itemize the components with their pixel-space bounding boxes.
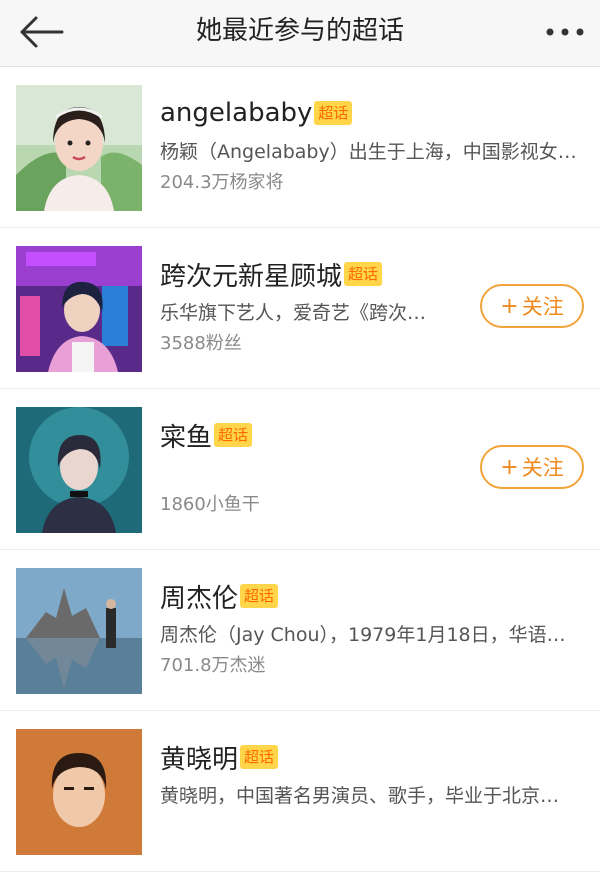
list-item[interactable]: 跨次元新星顾城 超话 乐华旗下艺人，爱奇艺《跨次… 3588粉丝 + 关注 xyxy=(0,228,600,389)
page-title: 她最近参与的超话 xyxy=(195,16,404,46)
topic-info: 黄晓明 超话 黄晓明，中国著名男演员、歌手，毕业于北京… xyxy=(160,739,580,839)
fan-count: 701.8万杰迷 xyxy=(160,655,266,676)
fan-count: 204.3万杨家将 xyxy=(160,172,284,193)
fan-count xyxy=(160,815,580,839)
list-item[interactable]: 周杰伦 超话 周杰伦（Jay Chou），1979年1月18日，华语… 701.… xyxy=(0,550,600,711)
fan-count: 3588粉丝 xyxy=(160,333,242,354)
castle-landscape-image xyxy=(16,568,142,694)
name-row: 周杰伦 超话 xyxy=(160,578,580,614)
plus-icon: + xyxy=(500,293,519,319)
topic-thumbnail xyxy=(16,729,142,855)
more-button[interactable] xyxy=(542,18,588,46)
topic-description: 乐华旗下艺人，爱奇艺《跨次… xyxy=(160,302,427,324)
anime-character-image xyxy=(16,407,142,533)
topic-thumbnail xyxy=(16,246,142,372)
super-topic-badge: 超话 xyxy=(314,101,353,125)
anime-character-image xyxy=(16,246,142,372)
topic-thumbnail xyxy=(16,568,142,694)
more-dots-icon xyxy=(546,28,584,36)
topic-description xyxy=(160,461,435,487)
topic-description: 周杰伦（Jay Chou），1979年1月18日，华语… xyxy=(160,624,566,646)
super-topic-badge: 超话 xyxy=(344,262,383,286)
person-portrait-image xyxy=(16,729,142,855)
plus-icon: + xyxy=(500,454,519,480)
follow-button[interactable]: + 关注 xyxy=(480,284,584,328)
list-item[interactable]: 寀鱼 超话 1860小鱼干 + 关注 xyxy=(0,389,600,550)
topic-info: angelababy 超话 杨颖（Angelababy）出生于上海，中国影视女…… xyxy=(160,95,580,195)
topic-name: 跨次元新星顾城 xyxy=(160,261,343,292)
follow-label: 关注 xyxy=(521,295,564,319)
super-topic-badge: 超话 xyxy=(214,423,253,447)
topic-name: 黄晓明 xyxy=(160,744,239,775)
super-topic-badge: 超话 xyxy=(240,745,279,769)
follow-label: 关注 xyxy=(521,456,564,480)
super-topic-badge: 超话 xyxy=(240,584,279,608)
topic-list: angelababy 超话 杨颖（Angelababy）出生于上海，中国影视女…… xyxy=(0,67,600,872)
name-row: angelababy 超话 xyxy=(160,95,580,131)
topic-name: 寀鱼 xyxy=(160,422,213,453)
topic-name: angelababy xyxy=(160,98,313,128)
fan-count: 1860小鱼干 xyxy=(160,494,260,515)
topic-description: 黄晓明，中国著名男演员、歌手，毕业于北京… xyxy=(160,785,560,807)
topic-info: 周杰伦 超话 周杰伦（Jay Chou），1979年1月18日，华语… 701.… xyxy=(160,578,580,678)
person-portrait-image xyxy=(16,85,142,211)
topic-thumbnail xyxy=(16,85,142,211)
topic-name: 周杰伦 xyxy=(160,583,239,614)
topic-thumbnail xyxy=(16,407,142,533)
follow-button[interactable]: + 关注 xyxy=(480,445,584,489)
name-row: 黄晓明 超话 xyxy=(160,739,580,775)
top-bar: 她最近参与的超话 xyxy=(0,0,600,67)
list-item[interactable]: angelababy 超话 杨颖（Angelababy）出生于上海，中国影视女…… xyxy=(0,67,600,228)
list-item[interactable]: 黄晓明 超话 黄晓明，中国著名男演员、歌手，毕业于北京… xyxy=(0,711,600,872)
topic-description: 杨颖（Angelababy）出生于上海，中国影视女… xyxy=(160,141,577,163)
